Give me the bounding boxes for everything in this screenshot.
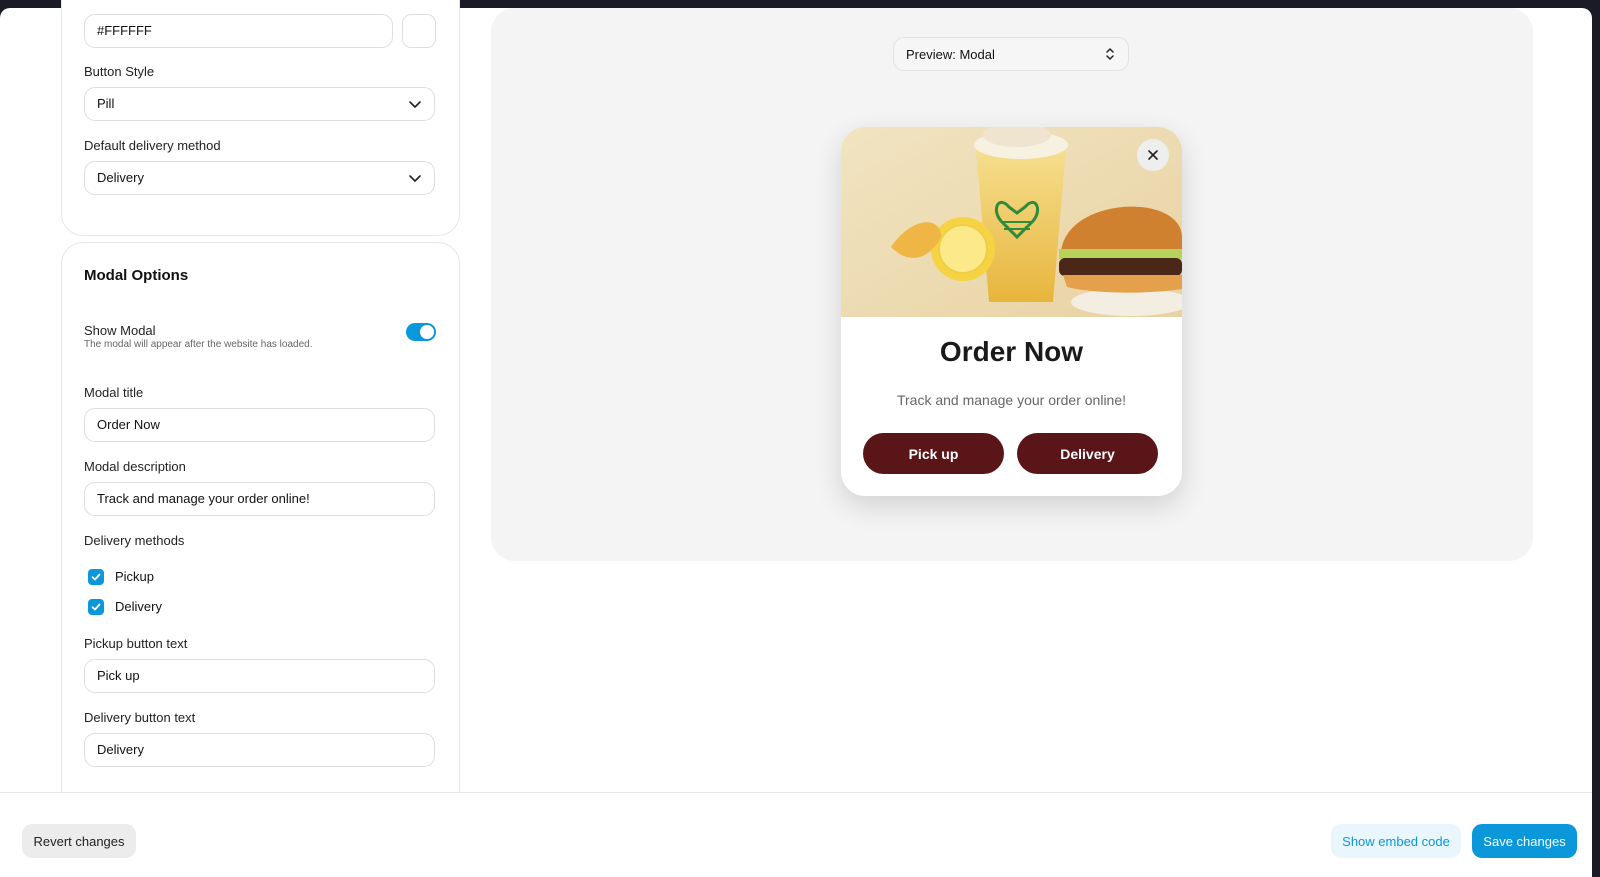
delivery-checkbox-label[interactable]: Delivery (115, 599, 162, 614)
revert-changes-button[interactable]: Revert changes (22, 824, 136, 858)
modal-title-value: Order Now (97, 417, 160, 432)
modal-description-input[interactable]: Track and manage your order online! (84, 482, 435, 516)
close-icon (1148, 150, 1158, 160)
modal-close-button[interactable] (1137, 139, 1169, 171)
modal-options-title: Modal Options (84, 267, 189, 284)
color-hex-input[interactable]: #FFFFFF (84, 14, 393, 48)
default-delivery-value: Delivery (97, 170, 144, 185)
delivery-button-text-value: Delivery (97, 742, 144, 757)
modal-title-label: Modal title (84, 385, 144, 400)
save-changes-button[interactable]: Save changes (1472, 824, 1577, 858)
modal-preview-description: Track and manage your order online! (896, 392, 1127, 408)
delivery-methods-label: Delivery methods (84, 533, 185, 548)
chevron-down-icon (409, 175, 421, 182)
modal-description-value: Track and manage your order online! (97, 491, 310, 506)
modal-description-label: Modal description (84, 459, 186, 474)
show-modal-toggle[interactable] (406, 323, 436, 341)
button-style-select[interactable]: Pill (84, 87, 435, 121)
delivery-checkbox[interactable] (88, 599, 104, 615)
delivery-button-text-input[interactable]: Delivery (84, 733, 435, 767)
default-delivery-label: Default delivery method (84, 138, 221, 153)
modal-preview-title: Order Now (939, 336, 1084, 367)
chevron-up-down-icon (1106, 48, 1114, 60)
food-hero-image (841, 127, 1182, 317)
pickup-checkbox[interactable] (88, 569, 104, 585)
modal-title-input[interactable]: Order Now (84, 408, 435, 442)
preview-mode-select[interactable]: Preview: Modal (893, 37, 1129, 71)
pickup-button-text-input[interactable]: Pick up (84, 659, 435, 693)
color-swatch[interactable] (402, 14, 436, 48)
preview-mode-value: Preview: Modal (906, 46, 995, 62)
pickup-button-text-value: Pick up (97, 668, 140, 683)
button-style-value: Pill (97, 96, 115, 111)
pickup-button-text-label: Pickup button text (84, 636, 188, 651)
toggle-knob (420, 325, 434, 339)
button-style-label: Button Style (84, 64, 155, 79)
pickup-checkbox-label[interactable]: Pickup (115, 569, 154, 584)
modal-delivery-button[interactable]: Delivery (1017, 433, 1158, 474)
default-delivery-select[interactable]: Delivery (84, 161, 435, 195)
delivery-button-text-label: Delivery button text (84, 710, 196, 725)
check-icon (91, 603, 101, 611)
show-modal-label: Show Modal (84, 323, 156, 338)
chevron-down-icon (409, 101, 421, 108)
color-hex-value: #FFFFFF (97, 23, 152, 38)
order-modal-preview: Order Now Track and manage your order on… (841, 127, 1182, 496)
check-icon (91, 573, 101, 581)
show-modal-hint: The modal will appear after the website … (84, 339, 313, 350)
modal-pickup-button[interactable]: Pick up (863, 433, 1004, 474)
show-embed-code-button[interactable]: Show embed code (1331, 824, 1461, 858)
